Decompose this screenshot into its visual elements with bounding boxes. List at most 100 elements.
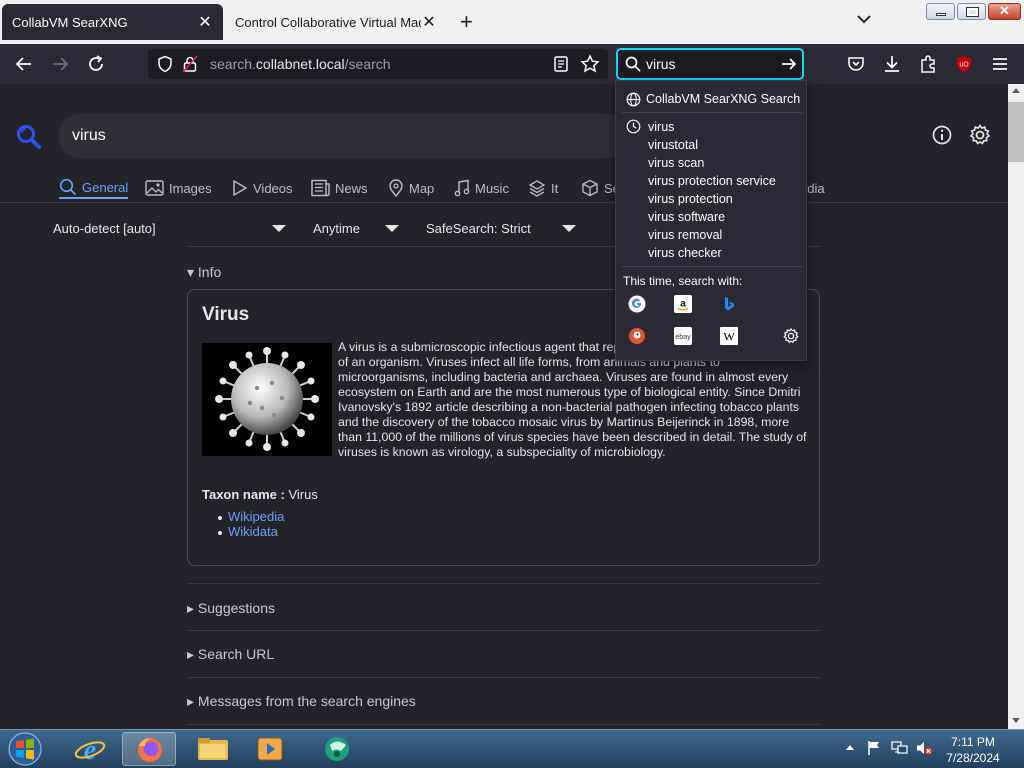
app-taskbar-icon[interactable]: [310, 732, 364, 766]
suggestion-item[interactable]: virus: [648, 120, 674, 134]
bookmark-star-icon[interactable]: [580, 54, 600, 74]
tab-label: Images: [169, 180, 212, 196]
hamburger-menu-icon[interactable]: [990, 54, 1010, 74]
divider: [187, 583, 820, 584]
internet-explorer-icon[interactable]: e: [63, 732, 117, 766]
engine-messages-toggle[interactable]: ▸ Messages from the search engines: [187, 693, 416, 710]
wikipedia-icon[interactable]: W: [720, 327, 738, 345]
reader-view-icon[interactable]: [552, 55, 570, 73]
preferences-gear-icon[interactable]: [968, 123, 992, 147]
suggestion-item[interactable]: virustotal: [648, 138, 698, 152]
info-toggle[interactable]: ▾ Info: [187, 264, 221, 281]
close-window-button[interactable]: ✕: [988, 3, 1021, 20]
suggestion-item[interactable]: virus removal: [648, 228, 722, 242]
close-tab-icon[interactable]: ✕: [421, 12, 437, 32]
history-clock-icon: [626, 119, 641, 134]
file-explorer-icon[interactable]: [186, 732, 240, 766]
scroll-up-arrow-icon[interactable]: [1012, 88, 1020, 93]
pocket-icon[interactable]: [846, 54, 866, 74]
go-arrow-icon[interactable]: [780, 56, 798, 72]
ublock-origin-icon[interactable]: uO: [954, 54, 974, 74]
suggestion-item[interactable]: virus scan: [648, 156, 704, 170]
scroll-thumb[interactable]: [1008, 102, 1024, 162]
firefox-taskbar-icon[interactable]: [122, 732, 176, 766]
time-range-select[interactable]: Anytime: [313, 221, 360, 236]
close-tab-icon[interactable]: ✕: [197, 12, 213, 32]
tab-label: Map: [409, 180, 435, 196]
windows-taskbar: e 7:11 PM 7/28/2024: [0, 729, 1024, 768]
svg-text:uO: uO: [959, 62, 969, 69]
network-icon[interactable]: [891, 740, 909, 756]
system-clock[interactable]: 7:11 PM 7/28/2024: [938, 734, 1008, 766]
tab-general[interactable]: General: [59, 177, 129, 199]
svg-text:e: e: [84, 735, 96, 766]
time-range-dropdown-icon[interactable]: [385, 225, 399, 232]
minimize-button[interactable]: [926, 3, 955, 20]
forward-arrow-icon[interactable]: [50, 54, 70, 74]
suggestion-item[interactable]: virus checker: [648, 246, 722, 260]
ebay-icon[interactable]: ebay: [674, 327, 692, 345]
wikipedia-link[interactable]: Wikipedia: [228, 509, 284, 524]
about-info-icon[interactable]: [931, 124, 953, 146]
reload-icon[interactable]: [86, 54, 106, 74]
virus-image: [202, 343, 332, 456]
restore-button[interactable]: [957, 3, 986, 20]
google-icon[interactable]: [628, 295, 646, 313]
suggestion-item[interactable]: virus software: [648, 210, 725, 224]
back-arrow-icon[interactable]: [14, 54, 34, 74]
tab-collabvm-searxng[interactable]: CollabVM SearXNG ✕: [2, 4, 223, 40]
wikidata-link[interactable]: Wikidata: [228, 524, 278, 539]
amazon-icon[interactable]: a: [674, 295, 692, 313]
tab-control-collaborative[interactable]: Control Collaborative Virtual Machin ✕: [225, 4, 447, 40]
tab-videos[interactable]: Videos: [232, 177, 293, 199]
divider: [622, 266, 802, 267]
safesearch-dropdown-icon[interactable]: [562, 225, 576, 232]
action-center-flag-icon[interactable]: [866, 740, 882, 756]
search-settings-gear-icon[interactable]: [782, 327, 800, 345]
url-bar[interactable]: search.collabnet.local/search: [148, 49, 608, 79]
divider: [187, 630, 820, 631]
new-tab-plus-icon[interactable]: +: [460, 11, 480, 33]
browser-search-box[interactable]: [616, 48, 804, 80]
info-label: Info: [197, 264, 222, 280]
searxng-logo-icon[interactable]: [16, 124, 42, 150]
tab-images[interactable]: Images: [145, 177, 212, 199]
suggestions-toggle[interactable]: ▸ Suggestions: [187, 600, 275, 617]
tab-label: News: [335, 180, 368, 196]
list-tabs-chevron-icon[interactable]: [856, 14, 872, 24]
tab-news[interactable]: News: [311, 177, 368, 199]
lock-icon[interactable]: [182, 55, 198, 73]
language-select[interactable]: Auto-detect [auto]: [53, 221, 156, 236]
start-button-icon[interactable]: [6, 731, 44, 767]
downloads-icon[interactable]: [882, 54, 902, 74]
query-box[interactable]: [58, 114, 618, 158]
language-dropdown-icon[interactable]: [272, 225, 286, 232]
duckduckgo-icon[interactable]: [628, 327, 646, 345]
media-player-icon[interactable]: [244, 732, 298, 766]
tab-title: CollabVM SearXNG: [12, 14, 128, 30]
search-url-toggle[interactable]: ▸ Search URL: [187, 646, 274, 663]
searxng-engine-row[interactable]: CollabVM SearXNG Search: [646, 92, 800, 106]
query-input[interactable]: [72, 126, 592, 146]
page-scrollbar[interactable]: [1008, 84, 1024, 729]
extensions-puzzle-icon[interactable]: [918, 54, 938, 74]
map-pin-icon: [389, 179, 403, 197]
globe-icon: [626, 92, 641, 107]
browser-search-input[interactable]: [646, 55, 766, 73]
shield-icon[interactable]: [156, 55, 174, 73]
volume-muted-icon[interactable]: [915, 740, 933, 756]
bing-icon[interactable]: [720, 295, 738, 313]
tab-label: General: [82, 179, 129, 195]
newspaper-icon: [311, 179, 330, 197]
suggestion-item[interactable]: virus protection: [648, 192, 733, 206]
tab-music[interactable]: Music: [454, 177, 509, 199]
taxon-value: Virus: [288, 487, 318, 502]
safesearch-select[interactable]: SafeSearch: Strict: [426, 221, 531, 236]
show-hidden-icons-icon[interactable]: [846, 745, 854, 750]
scroll-down-arrow-icon[interactable]: [1012, 718, 1020, 723]
tab-map[interactable]: Map: [388, 177, 434, 199]
divider: [187, 724, 820, 725]
suggestion-item[interactable]: virus protection service: [648, 174, 776, 188]
tab-it[interactable]: It: [528, 177, 558, 199]
svg-text:W: W: [723, 330, 735, 344]
